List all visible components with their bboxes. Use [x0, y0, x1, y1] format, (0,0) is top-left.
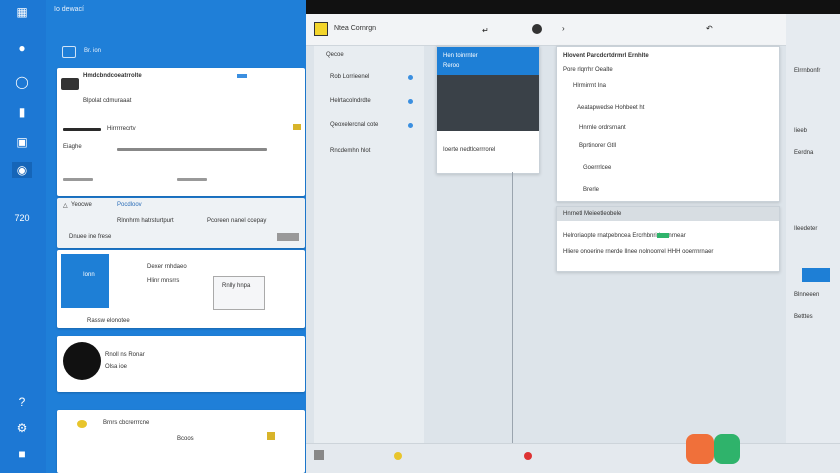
attachment-preview[interactable]: Rnlly hnpa — [213, 276, 265, 310]
list-item[interactable]: Rncdemhn hlot — [330, 148, 370, 154]
preview-header: Hen toinrnter — [443, 53, 478, 59]
divider — [512, 172, 513, 452]
chart-icon[interactable]: ▮ — [12, 104, 32, 120]
document-title: Hlovent Parcdcrtdrmrl Ernhlte — [563, 53, 649, 59]
bottom-taskbar — [306, 443, 840, 473]
unread-dot — [408, 123, 413, 128]
card-footer: Rassw elonotee — [87, 318, 130, 324]
attachment-label: Rnlly hnpa — [222, 283, 251, 289]
tag-icon — [267, 432, 275, 440]
doc-item[interactable]: Bprtinorer Gtll — [579, 143, 616, 149]
window-top-bar — [306, 0, 840, 14]
number-badge: 720 — [14, 213, 30, 223]
activity-card[interactable]: △ Yeocwe Pocdloov Rlnnhrm hatrsturtpurt … — [57, 198, 305, 248]
card-line: Dnuee ine frese — [69, 234, 112, 240]
card-title: Hmdcbndcoeatrrolte — [83, 73, 142, 79]
card-line: Pcoreen nanel ccepay — [207, 218, 267, 224]
card-line: Bcoos — [177, 436, 194, 442]
table-row[interactable]: Hliere onoerine rnerde Ilnee nolnoorrel … — [563, 249, 713, 255]
app-title: Ntea Cornrgn — [334, 25, 377, 32]
back-icon[interactable]: ↵ — [482, 26, 489, 35]
activity-card[interactable]: Ionn Dexer rnhdaeo Hlinr mnsrrs Rnlly hn… — [57, 250, 305, 328]
card-subtitle: Blpolat cdmuraaat — [83, 98, 132, 104]
card-row: Eiaghe — [63, 144, 82, 150]
list-item[interactable]: Helrtacolndrdte — [330, 98, 371, 104]
taskbar-icon[interactable] — [314, 450, 324, 460]
envelope-icon[interactable] — [62, 46, 76, 58]
taskbar-icon[interactable] — [524, 452, 532, 460]
card-line: Rnoll ns Ronar — [105, 352, 145, 358]
doc-item[interactable]: Hlrmirrnt Ina — [573, 83, 606, 89]
table-header: Hnrnetl Meieetleobele — [563, 211, 622, 217]
dashboard-icon[interactable]: ◉ — [12, 162, 32, 178]
document-panel: Hlovent Parcdcrtdrmrl Ernhlte Pore rlqrr… — [556, 46, 780, 202]
status-bar — [237, 74, 247, 78]
preview-image — [437, 75, 539, 131]
doc-item[interactable]: Hnrnle ordrsrnant — [579, 125, 626, 131]
card-row: Hirrrrrecrtv — [107, 126, 136, 132]
bulb-icon — [77, 420, 87, 428]
card-line: Hlinr mnsrrs — [147, 278, 180, 284]
avatar — [63, 342, 101, 380]
app-header: Ntea Cornrgn ↵ › ↶ — [306, 14, 786, 46]
blue-badge — [802, 268, 830, 282]
help-icon[interactable]: ? — [12, 394, 32, 410]
settings-icon[interactable]: ⚙ — [12, 420, 32, 436]
warning-icon — [293, 124, 301, 130]
toggle-icon[interactable] — [277, 233, 299, 241]
app-rail: ▦ ● ◯ ▮ ▣ ◉ 720 ? ⚙ ■ — [0, 0, 46, 473]
conversation-list: Qecoe Rob Lorrieenel Helrtacolndrdte Qeo… — [314, 46, 424, 446]
file-thumbnail: Ionn — [61, 254, 109, 308]
preview-card[interactable]: Hen toinrnter Reroo Ioerte nedtlcerrrore… — [436, 46, 540, 174]
unread-dot — [408, 99, 413, 104]
unread-dot — [408, 75, 413, 80]
activity-card[interactable]: Brnrs cbcrerrrcne Bcoos — [57, 410, 305, 473]
doc-item[interactable]: Brerle — [583, 187, 599, 193]
sidebar-item[interactable]: Ileedeter — [794, 226, 817, 232]
panel-section-label: Br. ion — [84, 48, 102, 54]
calendar-icon[interactable]: ▣ — [12, 134, 32, 150]
person-icon[interactable]: ● — [12, 40, 32, 56]
clock-icon[interactable]: ◯ — [12, 74, 32, 90]
folder-icon[interactable]: ▦ — [12, 4, 32, 20]
file-label: Ionn — [83, 272, 95, 278]
sidebar-item[interactable]: Elrrnbonfr — [794, 68, 820, 74]
sidebar-item[interactable]: Betttes — [794, 314, 813, 320]
preview-author: Reroo — [443, 63, 460, 69]
watermark-logo — [686, 434, 714, 464]
card-line: Rlnnhrm hatrsturtpurt — [117, 218, 174, 224]
card-line: Brnrs cbcrerrrcne — [103, 420, 150, 426]
card-line: Olsa ioe — [105, 364, 128, 370]
sidebar-item[interactable]: Iieeb — [794, 128, 807, 134]
sidebar-item[interactable]: Blnneeen — [794, 292, 819, 298]
user-icon[interactable] — [532, 24, 542, 34]
data-table: Hnrnetl Meieetleobele Helroriaopte rnatp… — [556, 206, 780, 272]
doc-item[interactable]: Goerrrlcee — [583, 165, 611, 171]
card-link[interactable]: Pocdloov — [117, 202, 142, 208]
chevron-icon[interactable]: › — [562, 24, 565, 33]
activity-card[interactable]: Rnoll ns Ronar Olsa ioe — [57, 336, 305, 392]
preview-caption: Ioerte nedtlcerrrorel — [443, 147, 496, 153]
doc-item[interactable]: Aeatapwedse Hohbeet ht — [577, 105, 644, 111]
list-header: Qecoe — [326, 52, 344, 58]
card-title: Yeocwe — [71, 202, 92, 208]
card-line: Dexer rnhdaeo — [147, 264, 187, 270]
taskbar-icon[interactable] — [394, 452, 402, 460]
app-logo-icon — [314, 22, 328, 36]
exit-icon[interactable]: ■ — [12, 446, 32, 462]
list-item[interactable]: Rob Lorrieenel — [330, 74, 369, 80]
activity-card[interactable]: Hmdcbndcoeatrrolte Blpolat cdmuraaat Hir… — [57, 68, 305, 196]
watermark-logo — [714, 434, 740, 464]
triangle-icon: △ — [63, 203, 68, 209]
thumbnail-icon — [61, 78, 79, 90]
document-subtitle: Pore rlqrrhr Oealte — [563, 67, 613, 73]
sidebar-item[interactable]: Eerdna — [794, 150, 813, 156]
list-item[interactable]: Qeoxelercnal cote — [330, 122, 378, 128]
panel-header: Io dewací — [54, 6, 84, 13]
back-icon[interactable]: ↶ — [706, 24, 713, 33]
progress-indicator — [657, 233, 669, 238]
